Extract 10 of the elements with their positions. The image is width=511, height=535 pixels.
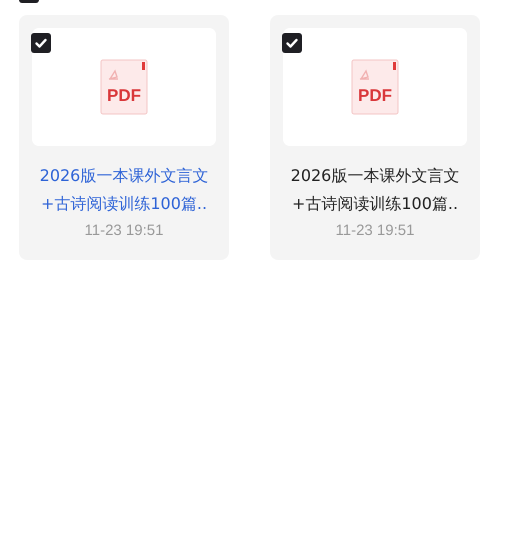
file-name[interactable]: 2026版一本课外文言文+古诗阅读训练100篇..: [29, 162, 219, 218]
file-card[interactable]: PDF 2026版一本课外文言文+古诗阅读训练100篇.. 11-23 19:51: [270, 15, 480, 260]
pdf-file-icon: PDF: [351, 59, 399, 115]
checkbox[interactable]: [282, 33, 302, 53]
file-card[interactable]: PDF 2026版一本课外文言文+古诗阅读训练100篇.. 11-23 19:51: [19, 15, 229, 260]
modified-time: 11-23 19:51: [84, 222, 164, 239]
modified-time: 11-23 19:51: [336, 222, 414, 239]
file-name[interactable]: 2026版一本课外文言文+古诗阅读训练100篇..: [280, 162, 470, 218]
checkbox[interactable]: [31, 33, 51, 53]
pdf-file-icon: PDF: [100, 59, 148, 115]
